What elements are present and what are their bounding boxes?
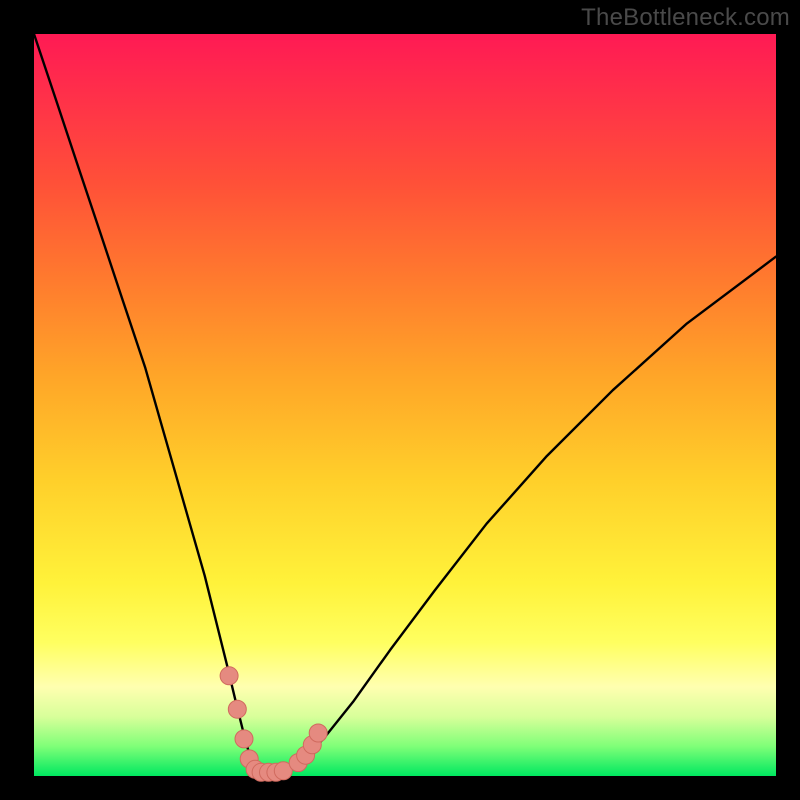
marker-point	[220, 667, 238, 685]
bottleneck-curve	[34, 34, 776, 772]
chart-svg	[0, 0, 800, 800]
watermark-text: TheBottleneck.com	[581, 4, 790, 32]
marker-point	[235, 730, 253, 748]
marker-group	[220, 667, 327, 782]
marker-point	[309, 724, 327, 742]
chart-frame: TheBottleneck.com	[0, 0, 800, 800]
marker-point	[228, 700, 246, 718]
